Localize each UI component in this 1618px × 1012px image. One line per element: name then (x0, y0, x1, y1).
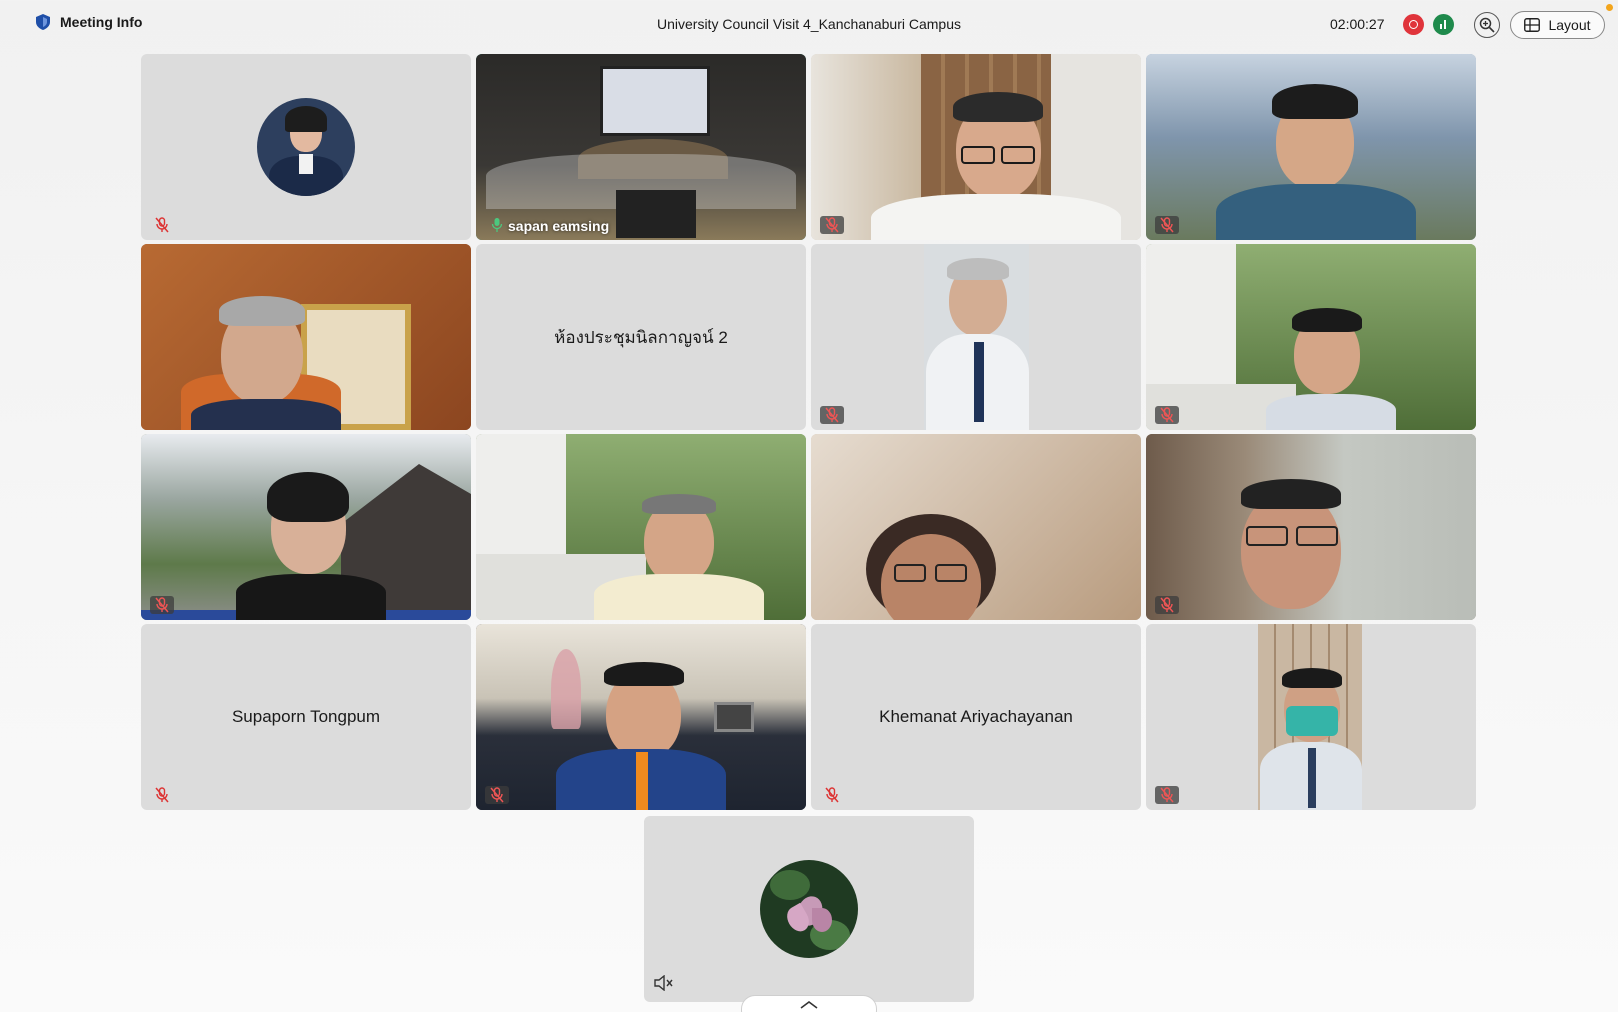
notification-dot (1606, 4, 1613, 11)
mic-muted-icon (150, 596, 174, 614)
participant-tile[interactable] (476, 624, 806, 810)
recording-icon[interactable] (1403, 14, 1424, 35)
participant-tile[interactable]: ห้องประชุมนิลกาญจน์ 2 (476, 244, 806, 430)
mic-muted-icon (150, 216, 174, 234)
participant-tile[interactable] (1146, 54, 1476, 240)
top-bar: Meeting Info University Council Visit 4_… (0, 0, 1618, 50)
chevron-up-icon (800, 1001, 818, 1009)
mic-muted-icon (150, 786, 174, 804)
participant-tile[interactable] (141, 244, 471, 430)
speaker-muted-icon[interactable] (654, 974, 674, 996)
meeting-timer: 02:00:27 (1330, 16, 1385, 32)
mic-muted-icon (820, 786, 844, 804)
mic-muted-icon (820, 406, 844, 424)
participant-name: sapan eamsing (508, 218, 610, 234)
mic-muted-icon (1155, 406, 1179, 424)
participant-tile[interactable]: Khemanat Ariyachayanan (811, 624, 1141, 810)
participant-tile[interactable] (141, 434, 471, 620)
participant-tile[interactable] (811, 54, 1141, 240)
participant-tile-active-speaker[interactable]: sapan eamsing (476, 54, 806, 240)
mic-muted-icon (820, 216, 844, 234)
participant-name: Supaporn Tongpum (231, 707, 381, 726)
layout-button[interactable]: Layout (1510, 11, 1605, 39)
zoom-icon[interactable] (1474, 12, 1500, 38)
participant-tile[interactable] (811, 434, 1141, 620)
participant-tile[interactable] (141, 54, 471, 240)
participant-name: ห้องประชุมนิลกาญจน์ 2 (554, 327, 728, 347)
expand-toolbar-button[interactable] (741, 995, 877, 1012)
avatar (760, 860, 858, 958)
participant-tile[interactable] (1146, 434, 1476, 620)
participant-tile[interactable] (811, 244, 1141, 430)
mic-on-icon (485, 216, 509, 234)
layout-label: Layout (1548, 17, 1591, 33)
self-view-tile[interactable] (644, 816, 974, 1002)
network-stats-icon[interactable] (1433, 14, 1454, 35)
mic-muted-icon (1155, 786, 1179, 804)
mic-muted-icon (485, 786, 509, 804)
participant-tile[interactable] (476, 434, 806, 620)
participant-tile[interactable] (1146, 244, 1476, 430)
avatar (257, 98, 355, 196)
participant-tile[interactable]: Supaporn Tongpum (141, 624, 471, 810)
grid-layout-icon (1524, 18, 1541, 32)
mic-muted-icon (1155, 596, 1179, 614)
mic-muted-icon (1155, 216, 1179, 234)
participant-tile[interactable] (1146, 624, 1476, 810)
participant-name: Khemanat Ariyachayanan (879, 707, 1073, 726)
